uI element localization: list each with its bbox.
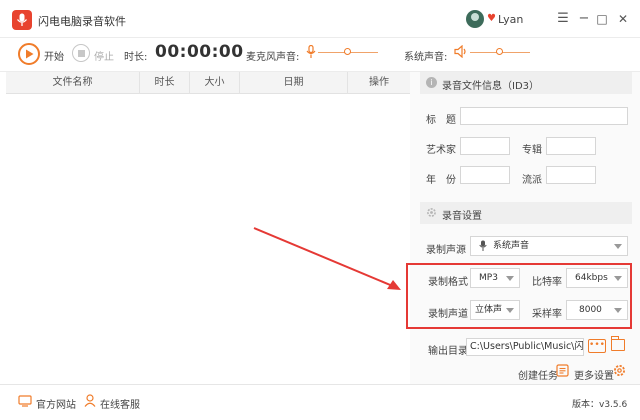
settings-gear-icon[interactable] [613, 364, 626, 377]
app-logo [12, 10, 32, 30]
microphone-icon [306, 45, 316, 58]
duration-label: 时长: [124, 52, 148, 63]
annotation-highlight-box [406, 263, 632, 329]
output-dir-label: 输出目录 [428, 346, 468, 357]
column-header[interactable]: 日期 [240, 72, 348, 94]
minimize-button[interactable]: − [575, 9, 593, 29]
album-field-label: 专辑 [522, 145, 542, 156]
id3-section-header: i 录音文件信息（ID3） [420, 72, 632, 94]
more-settings-label[interactable]: 更多设置 [574, 367, 614, 382]
gear-icon [427, 208, 436, 217]
genre-field-label: 流派 [522, 175, 542, 186]
customer-service-icon[interactable] [84, 394, 96, 407]
source-label: 录制声源 [426, 245, 466, 256]
open-folder-icon[interactable] [610, 336, 625, 351]
year-field[interactable] [460, 166, 510, 184]
column-header[interactable]: 时长 [140, 72, 190, 94]
stop-label[interactable]: 停止 [94, 48, 114, 63]
output-dir-field[interactable]: C:\Users\Public\Music\闪电 [466, 338, 584, 356]
source-select[interactable]: 系统声音 [470, 236, 628, 256]
vip-heart-icon: ♥ [487, 13, 496, 24]
menu-button[interactable]: ☰ [554, 9, 572, 29]
source-value: 系统声音 [493, 241, 530, 251]
duration-value: 00:00:00 [155, 42, 244, 62]
microphone-icon [479, 240, 487, 251]
speaker-icon [454, 45, 466, 58]
maximize-button[interactable]: □ [593, 9, 611, 29]
settings-section-header: 录音设置 [420, 202, 632, 224]
avatar[interactable] [466, 10, 484, 28]
id3-section-title: 录音文件信息（ID3） [442, 81, 540, 92]
annotation-arrow [253, 227, 401, 290]
column-header[interactable]: 操作 [348, 72, 410, 94]
artist-field-label: 艺术家 [426, 145, 456, 156]
create-task-label[interactable]: 创建任务 [518, 367, 558, 382]
mic-volume-knob[interactable] [344, 48, 351, 55]
system-volume-knob[interactable] [496, 48, 503, 55]
title-field-label: 标 题 [426, 115, 456, 126]
microphone-logo-icon [16, 13, 28, 26]
create-task-icon[interactable] [556, 364, 569, 377]
status-bar [0, 384, 640, 420]
album-field[interactable] [546, 137, 596, 155]
start-label[interactable]: 开始 [44, 48, 64, 63]
browse-button[interactable]: ••• [588, 339, 606, 353]
year-field-label: 年 份 [426, 175, 456, 186]
stop-icon [77, 49, 85, 57]
website-icon[interactable] [18, 395, 32, 407]
close-button[interactable]: ✕ [614, 9, 632, 29]
chevron-down-icon [614, 244, 622, 249]
version-label: 版本：v3.5.6 [572, 400, 628, 410]
play-icon [25, 49, 33, 59]
user-name[interactable]: Lyan [498, 13, 523, 26]
settings-section-title: 录音设置 [442, 211, 482, 222]
genre-field[interactable] [546, 166, 596, 184]
website-link[interactable]: 官方网站 [36, 396, 76, 411]
column-header[interactable]: 文件名称 [6, 72, 140, 94]
info-icon: i [426, 77, 437, 88]
title-field[interactable] [460, 107, 628, 125]
mic-volume-label: 麦克风声音: [246, 52, 300, 63]
stop-record-button[interactable] [72, 44, 90, 62]
column-header[interactable]: 大小 [190, 72, 240, 94]
file-table-header: 文件名称 时长 大小 日期 操作 [6, 72, 410, 94]
artist-field[interactable] [460, 137, 510, 155]
app-title: 闪电电脑录音软件 [38, 15, 126, 28]
system-volume-label: 系统声音: [404, 52, 448, 63]
support-link[interactable]: 在线客服 [100, 396, 140, 411]
start-record-button[interactable] [18, 43, 40, 65]
